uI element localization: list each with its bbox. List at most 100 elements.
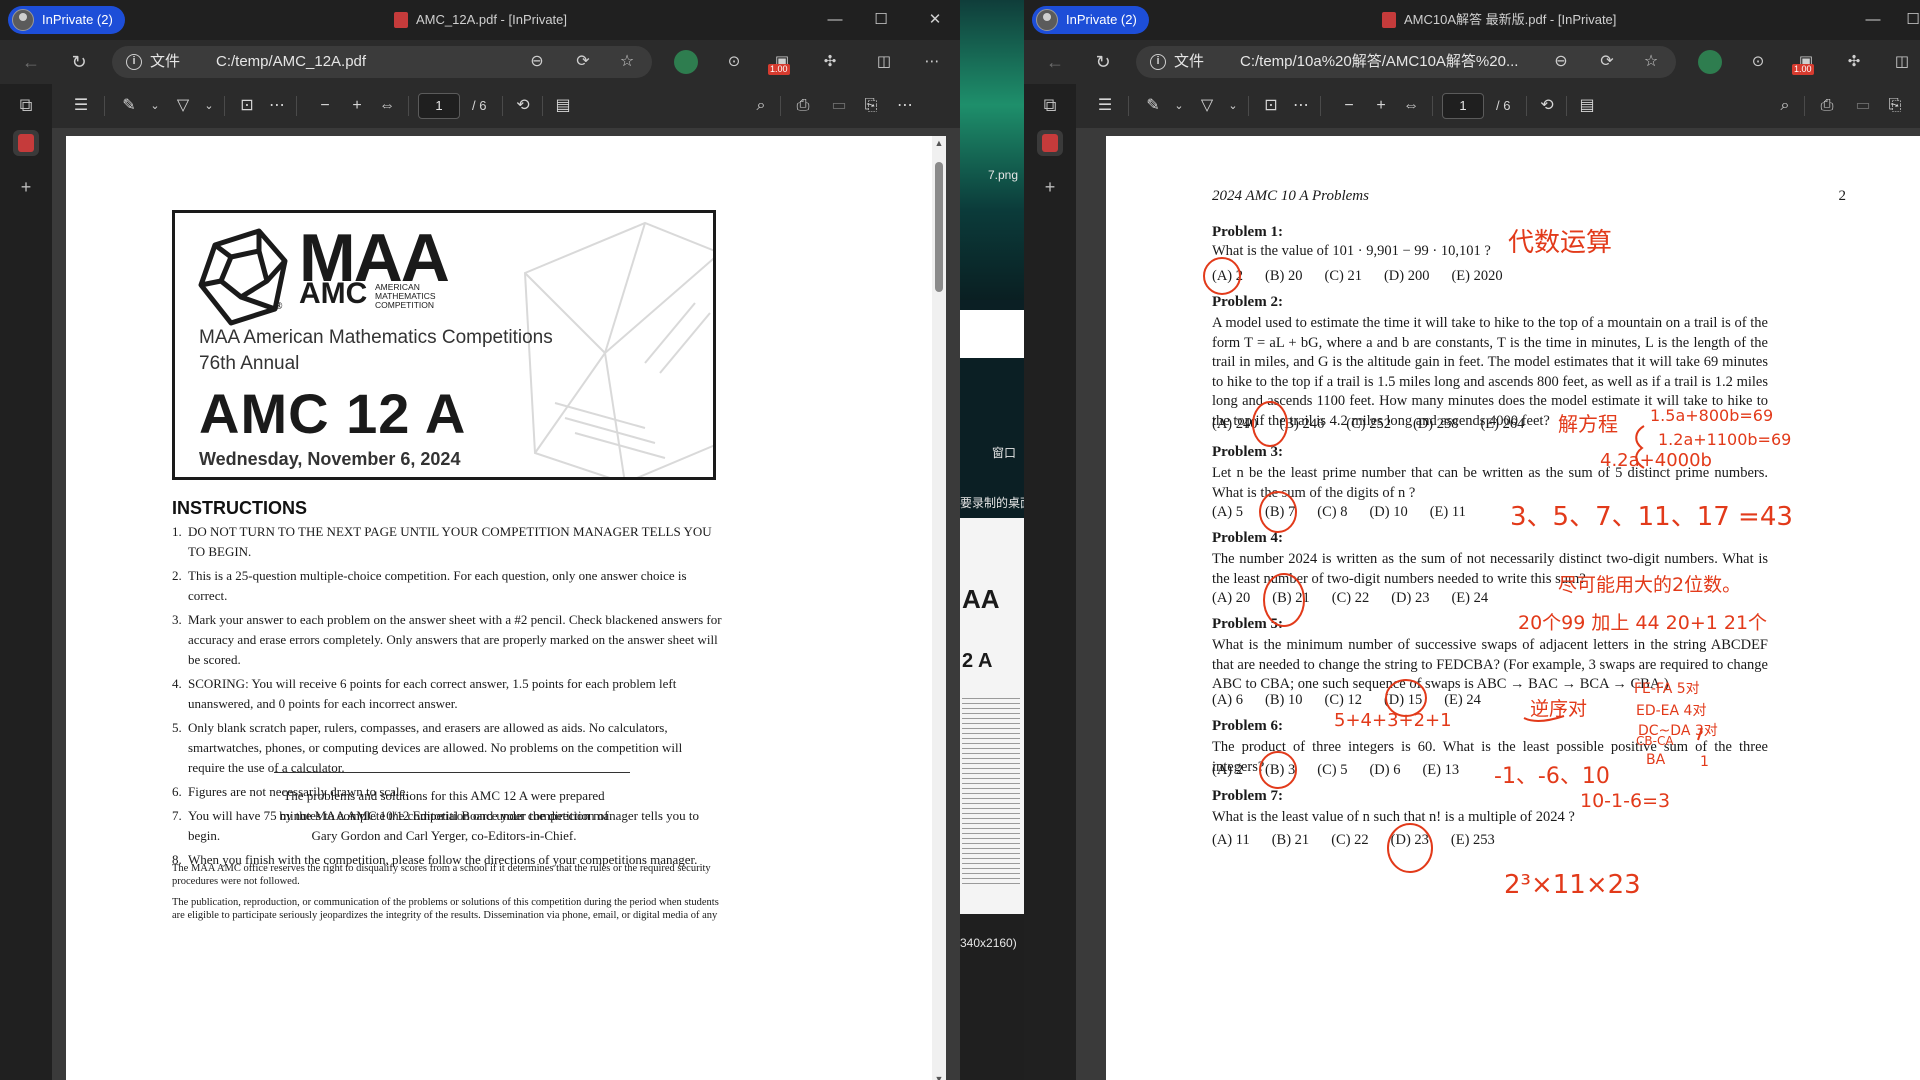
save-as-icon[interactable]: ⎘ bbox=[1884, 94, 1906, 118]
annual-line: 76th Annual bbox=[199, 353, 300, 374]
extension-green-dot-icon[interactable] bbox=[1698, 50, 1722, 74]
zoom-out-button[interactable]: − bbox=[314, 94, 336, 118]
scrollbar-thumb[interactable] bbox=[935, 162, 943, 292]
new-tab-plus-icon[interactable]: + bbox=[13, 174, 39, 200]
split-screen-icon[interactable]: ◫ bbox=[1890, 50, 1914, 74]
draw-icon[interactable]: ▽ bbox=[1196, 94, 1218, 118]
url-bar[interactable]: i 文件 C:/temp/10a%20解答/AMC10A解答%20... ⊖ ⟳… bbox=[1136, 46, 1676, 78]
search-icon[interactable]: ⌕ bbox=[1774, 94, 1796, 118]
record-preview-thumbnail[interactable]: AA 2 A bbox=[960, 518, 1024, 914]
highlight-icon[interactable]: ✎ bbox=[118, 94, 140, 118]
page-number-input[interactable]: 1 bbox=[1442, 93, 1484, 119]
pdf-tab-icon[interactable] bbox=[1037, 130, 1063, 156]
rotate-icon[interactable]: ⟲ bbox=[1536, 94, 1558, 118]
ink-note: 代数运算 bbox=[1508, 228, 1613, 258]
thumb-text-lines bbox=[962, 698, 1020, 888]
table-of-contents-icon[interactable]: ☰ bbox=[70, 94, 92, 118]
tab-actions-icon[interactable]: ⧉ bbox=[1037, 92, 1063, 118]
zoom-in-button[interactable]: + bbox=[346, 94, 368, 118]
minimize-button[interactable]: — bbox=[812, 0, 858, 40]
pdf-viewer[interactable]: ® MAA AMC AMERICAN MATHEMATICS COMPETITI… bbox=[52, 128, 960, 1080]
fit-to-width-icon[interactable]: ⇔ bbox=[1400, 94, 1422, 118]
text-box-icon[interactable]: ⊡ bbox=[1260, 94, 1282, 118]
pdf-viewer[interactable]: 2024 AMC 10 A Problems 2 Problem 1: What… bbox=[1076, 128, 1920, 1080]
ink-note: 1 bbox=[1700, 754, 1709, 770]
pdf-tab-icon[interactable] bbox=[13, 130, 39, 156]
maximize-button[interactable]: ☐ bbox=[858, 0, 904, 40]
favorite-star-icon[interactable]: ☆ bbox=[616, 51, 638, 73]
extension-glasses-icon[interactable]: ⊙ bbox=[1746, 50, 1770, 74]
highlight-icon[interactable]: ✎ bbox=[1142, 94, 1164, 118]
search-icon[interactable]: ⌕ bbox=[750, 94, 772, 118]
read-aloud-icon[interactable]: ⟳ bbox=[1596, 51, 1618, 73]
maximize-button[interactable]: ☐ bbox=[1890, 0, 1920, 40]
zoom-out-icon[interactable]: ⊖ bbox=[1550, 51, 1572, 73]
table-of-contents-icon[interactable]: ☰ bbox=[1094, 94, 1116, 118]
highlight-dropdown-icon[interactable]: ⌄ bbox=[1168, 94, 1190, 118]
draw-dropdown-icon[interactable]: ⌄ bbox=[198, 94, 220, 118]
draw-icon[interactable]: ▽ bbox=[172, 94, 194, 118]
rotate-icon[interactable]: ⟲ bbox=[512, 94, 534, 118]
fit-to-width-icon[interactable]: ⇔ bbox=[376, 94, 398, 118]
tab-title[interactable]: AMC_12A.pdf - [InPrivate] bbox=[394, 0, 567, 40]
zoom-out-button[interactable]: − bbox=[1338, 94, 1360, 118]
favorite-star-icon[interactable]: ☆ bbox=[1640, 51, 1662, 73]
extension-badge-icon[interactable]: ▣ 1.00 bbox=[1792, 50, 1818, 75]
zoom-out-icon[interactable]: ⊖ bbox=[526, 51, 548, 73]
wallpaper-aurora bbox=[960, 0, 1024, 300]
extension-green-dot-icon[interactable] bbox=[674, 50, 698, 74]
pdf-more-icon[interactable]: ⋯ bbox=[894, 94, 916, 118]
extension-badge-icon[interactable]: ▣ 1.00 bbox=[768, 50, 794, 75]
pdf-page: 2024 AMC 10 A Problems 2 Problem 1: What… bbox=[1106, 136, 1920, 1080]
cover-box: ® MAA AMC AMERICAN MATHEMATICS COMPETITI… bbox=[172, 210, 716, 480]
page-view-icon[interactable]: ▤ bbox=[552, 94, 574, 118]
competitions-line: MAA American Mathematics Competitions bbox=[199, 327, 553, 348]
instruction-item: 4. SCORING: You will receive 6 points for… bbox=[172, 676, 677, 711]
back-arrow-icon[interactable]: ← bbox=[1040, 48, 1070, 76]
zoom-in-button[interactable]: + bbox=[1370, 94, 1392, 118]
title-bar: InPrivate (2) AMC10A解答 最新版.pdf - [InPriv… bbox=[1024, 0, 1920, 40]
prepared-by-note: The problems and solutions for this AMC … bbox=[279, 788, 609, 843]
read-aloud-icon[interactable]: ⟳ bbox=[572, 51, 594, 73]
refresh-icon[interactable]: ↻ bbox=[64, 48, 94, 76]
circle-answer-p6 bbox=[1259, 751, 1297, 789]
vertical-scrollbar[interactable]: ▲ ▼ bbox=[932, 136, 946, 1080]
vertical-sidebar: ⧉ + bbox=[1024, 84, 1076, 1080]
thumb-title: 2 A bbox=[962, 650, 993, 672]
info-icon[interactable]: i bbox=[1150, 54, 1166, 70]
draw-dropdown-icon[interactable]: ⌄ bbox=[1222, 94, 1244, 118]
url-bar[interactable]: i 文件 C:/temp/AMC_12A.pdf ⊖ ⟳ ☆ bbox=[112, 46, 652, 78]
file-label[interactable]: 7.png bbox=[988, 168, 1018, 182]
browser-window-right: InPrivate (2) AMC10A解答 最新版.pdf - [InPriv… bbox=[1024, 0, 1920, 1080]
save-icon[interactable]: ▭ bbox=[1852, 94, 1874, 118]
close-button[interactable]: ✕ bbox=[912, 0, 958, 40]
highlight-dropdown-icon[interactable]: ⌄ bbox=[144, 94, 166, 118]
page-number-input[interactable]: 1 bbox=[418, 93, 460, 119]
tab-title[interactable]: AMC10A解答 最新版.pdf - [InPrivate] bbox=[1382, 0, 1616, 40]
toolbar-more-icon[interactable]: ⋯ bbox=[1290, 94, 1312, 118]
more-menu-icon[interactable]: ⋯ bbox=[920, 50, 944, 74]
url-path[interactable]: C:/temp/10a%20解答/AMC10A解答%20... bbox=[1240, 46, 1518, 78]
text-box-icon[interactable]: ⊡ bbox=[236, 94, 258, 118]
inprivate-badge[interactable]: InPrivate (2) bbox=[8, 6, 125, 34]
extensions-puzzle-icon[interactable]: ✣ bbox=[1842, 50, 1866, 74]
new-tab-plus-icon[interactable]: + bbox=[1037, 174, 1063, 200]
ink-note: 2³×11×23 bbox=[1504, 870, 1641, 900]
print-icon[interactable]: ⎙ bbox=[792, 94, 814, 118]
refresh-icon[interactable]: ↻ bbox=[1088, 48, 1118, 76]
amc-logo-subtitle: AMERICAN MATHEMATICS COMPETITION bbox=[375, 282, 436, 310]
extension-glasses-icon[interactable]: ⊙ bbox=[722, 50, 746, 74]
extensions-puzzle-icon[interactable]: ✣ bbox=[818, 50, 842, 74]
url-path[interactable]: C:/temp/AMC_12A.pdf bbox=[216, 46, 366, 78]
save-icon[interactable]: ▭ bbox=[828, 94, 850, 118]
ink-note: BA bbox=[1646, 752, 1666, 768]
print-icon[interactable]: ⎙ bbox=[1816, 94, 1838, 118]
info-icon[interactable]: i bbox=[126, 54, 142, 70]
page-view-icon[interactable]: ▤ bbox=[1576, 94, 1598, 118]
toolbar-more-icon[interactable]: ⋯ bbox=[266, 94, 288, 118]
save-as-icon[interactable]: ⎘ bbox=[860, 94, 882, 118]
tab-actions-icon[interactable]: ⧉ bbox=[13, 92, 39, 118]
back-arrow-icon[interactable]: ← bbox=[16, 48, 46, 76]
inprivate-badge[interactable]: InPrivate (2) bbox=[1032, 6, 1149, 34]
split-screen-icon[interactable]: ◫ bbox=[872, 50, 896, 74]
